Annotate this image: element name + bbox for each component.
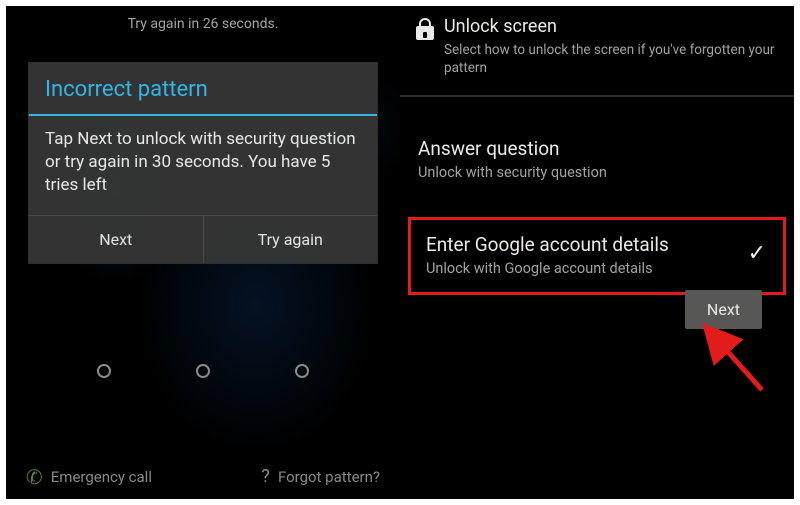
pattern-dots-row [6, 364, 400, 378]
forgot-pattern-button[interactable]: ? Forgot pattern? [261, 466, 380, 487]
pattern-dot[interactable] [295, 364, 309, 378]
next-button[interactable]: Next [685, 290, 762, 329]
header-separator [400, 95, 794, 97]
incorrect-pattern-dialog: Incorrect pattern Tap Next to unlock wit… [28, 62, 378, 264]
dialog-message: Tap Next to unlock with security questio… [29, 116, 377, 215]
option-title: Enter Google account details [426, 233, 768, 256]
try-again-button[interactable]: Try again [204, 216, 378, 263]
option-subtitle: Unlock with Google account details [426, 260, 768, 277]
option-answer-question[interactable]: Answer question Unlock with security que… [400, 125, 794, 195]
page-subtitle: Select how to unlock the screen if you'v… [444, 41, 778, 77]
unlock-header: Unlock screen Select how to unlock the s… [400, 6, 794, 85]
phone-left: Try again in 26 seconds. Incorrect patte… [6, 6, 400, 499]
screenshot-stage: Try again in 26 seconds. Incorrect patte… [0, 0, 800, 505]
check-icon: ✓ [748, 241, 766, 266]
dialog-button-row: Next Try again [29, 215, 377, 263]
pattern-dot[interactable] [97, 364, 111, 378]
question-icon: ? [261, 466, 270, 487]
bottom-bar: ✆ Emergency call ? Forgot pattern? [6, 466, 400, 487]
option-google-account[interactable]: Enter Google account details Unlock with… [408, 217, 786, 295]
retry-countdown-text: Try again in 26 seconds. [6, 16, 400, 32]
option-title: Answer question [418, 137, 776, 160]
phone-right: Unlock screen Select how to unlock the s… [400, 6, 794, 499]
next-button[interactable]: Next [29, 216, 204, 263]
lock-icon [416, 18, 434, 40]
dialog-title: Incorrect pattern [29, 63, 377, 114]
forgot-pattern-label: Forgot pattern? [278, 468, 380, 486]
page-title: Unlock screen [444, 16, 778, 37]
pattern-dot[interactable] [196, 364, 210, 378]
option-subtitle: Unlock with security question [418, 164, 776, 181]
emergency-call-button[interactable]: ✆ Emergency call [26, 466, 152, 487]
emergency-call-label: Emergency call [51, 468, 152, 486]
unlock-options: Answer question Unlock with security que… [400, 125, 794, 295]
phone-icon: ✆ [25, 465, 44, 487]
